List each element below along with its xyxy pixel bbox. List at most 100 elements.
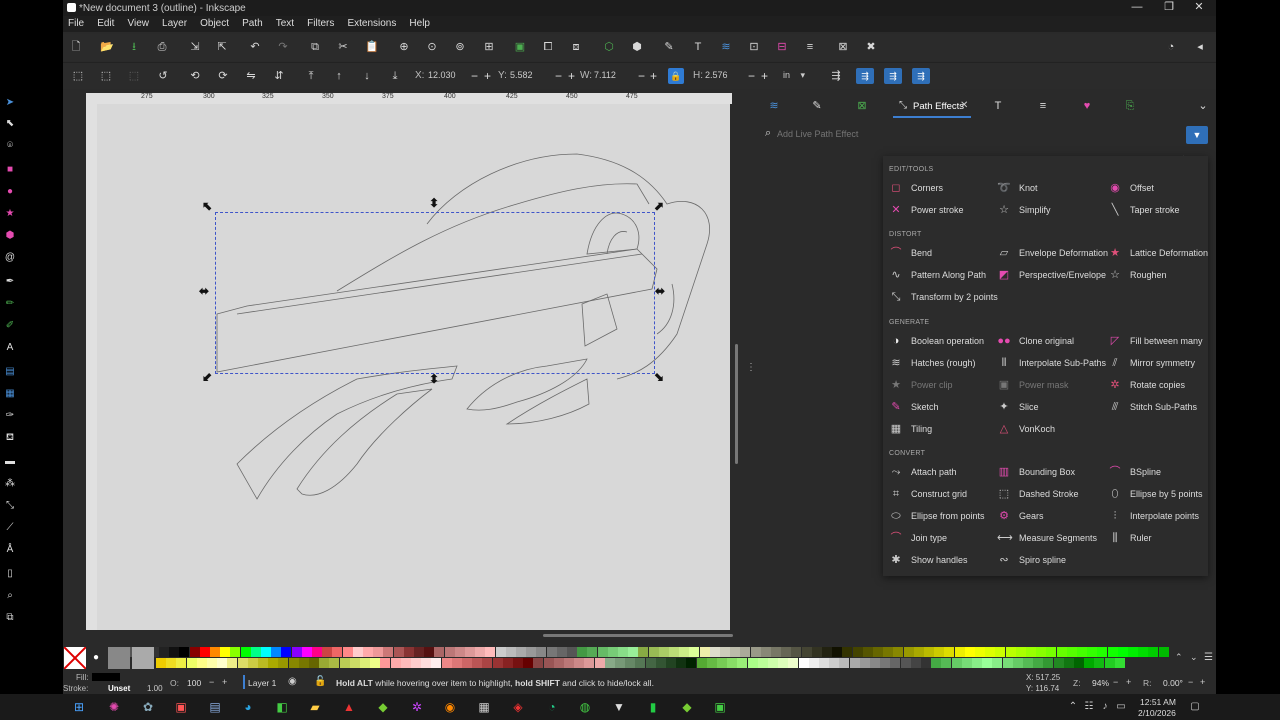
color-swatch[interactable] — [166, 658, 177, 668]
flip-vertical-icon[interactable]: ⇵ — [273, 70, 285, 82]
color-swatch[interactable] — [951, 658, 962, 668]
zoom-increment[interactable]: + — [1126, 677, 1131, 687]
app-icon-2[interactable]: ▣ — [174, 700, 188, 714]
color-swatch[interactable] — [176, 658, 187, 668]
color-swatch[interactable] — [839, 658, 850, 668]
color-swatch[interactable] — [465, 647, 475, 657]
color-swatch[interactable] — [553, 658, 564, 668]
color-swatch[interactable] — [370, 658, 381, 668]
color-swatch[interactable] — [1033, 658, 1044, 668]
horizontal-scroll-thumb[interactable] — [543, 634, 733, 637]
color-swatch[interactable] — [505, 647, 516, 657]
effect-simplify[interactable]: ☆ Simplify — [997, 203, 1102, 219]
color-swatch[interactable] — [870, 658, 880, 668]
color-swatch[interactable] — [862, 647, 873, 657]
color-swatch[interactable] — [597, 647, 608, 657]
measure-tool-icon[interactable]: ⟋ — [4, 522, 16, 534]
color-swatch[interactable] — [1063, 658, 1074, 668]
effect-power-stroke[interactable]: ✕ Power stroke — [889, 203, 994, 219]
color-swatch[interactable] — [1077, 647, 1087, 657]
redo-icon[interactable]: ↷ — [277, 41, 289, 53]
connector-tool-icon[interactable]: ⤡ — [4, 500, 16, 512]
color-swatch[interactable] — [1036, 647, 1047, 657]
effect-bend[interactable]: ⌒ Bend — [889, 246, 994, 262]
raise-top-icon[interactable]: ⤒ — [305, 70, 317, 82]
color-swatch[interactable] — [944, 647, 955, 657]
h-decrement[interactable]: − — [748, 69, 755, 83]
color-swatch[interactable] — [1117, 647, 1128, 657]
color-swatch[interactable] — [329, 658, 340, 668]
effect-interpolate-sub-paths[interactable]: ⦀ Interpolate Sub-Paths — [997, 356, 1106, 372]
color-swatch[interactable] — [819, 658, 829, 668]
layers-tab-icon[interactable]: ≋ — [767, 99, 781, 113]
color-swatch[interactable] — [1056, 647, 1067, 657]
mesh-tool-icon[interactable]: ▦ — [4, 388, 16, 400]
deselect-icon[interactable]: ⬚ — [128, 70, 140, 82]
pencil-tool-icon[interactable]: ✏ — [4, 298, 16, 310]
opacity-decrement[interactable]: − — [209, 677, 214, 687]
color-swatch[interactable] — [798, 658, 809, 668]
color-swatch[interactable] — [750, 647, 761, 657]
color-swatch[interactable] — [1087, 647, 1098, 657]
color-swatch[interactable] — [278, 658, 289, 668]
zoom-page-icon[interactable]: ⊚ — [454, 41, 466, 53]
restore-button[interactable]: ❐ — [1153, 0, 1185, 16]
effect-offset[interactable]: ◉ Offset — [1108, 181, 1213, 197]
paste-icon[interactable]: 📋 — [365, 41, 379, 53]
menu-file[interactable]: File — [63, 16, 89, 29]
color-swatch[interactable] — [240, 647, 251, 657]
battery-icon[interactable]: ▭ — [1114, 700, 1128, 714]
lpe-dropdown-button[interactable]: ▼ — [1186, 126, 1208, 144]
firefox-icon[interactable]: ◉ — [443, 700, 457, 714]
calculator-icon[interactable]: ▦ — [477, 700, 491, 714]
lpe-search-input[interactable] — [777, 126, 1177, 142]
chrome-icon[interactable]: ◍ — [578, 700, 592, 714]
start-icon[interactable]: ⊞ — [72, 700, 86, 714]
color-swatch[interactable] — [768, 658, 778, 668]
commands-icon[interactable]: ◔ — [1165, 41, 1177, 53]
inkscape-taskbar-icon[interactable]: ▼ — [612, 700, 626, 714]
color-swatch[interactable] — [312, 647, 322, 657]
xml-editor-icon[interactable]: ⊡ — [748, 41, 760, 53]
color-swatch[interactable] — [941, 658, 952, 668]
color-swatch[interactable] — [1128, 647, 1138, 657]
app-icon-5[interactable]: ▲ — [342, 700, 356, 714]
star-tool-icon[interactable]: ★ — [4, 208, 16, 220]
color-swatch[interactable] — [760, 647, 771, 657]
color-swatch[interactable] — [1012, 658, 1023, 668]
layer-name[interactable]: Layer 1 — [248, 678, 276, 688]
color-swatch[interactable] — [411, 658, 421, 668]
scale-handle-left[interactable]: ⬌ — [199, 284, 209, 298]
menu-object[interactable]: Object — [195, 16, 234, 29]
lower-bottom-icon[interactable]: ⤓ — [389, 70, 401, 82]
color-swatch[interactable] — [985, 647, 996, 657]
color-swatch[interactable] — [186, 658, 197, 668]
app-icon-9[interactable]: ◔ — [545, 700, 559, 714]
color-swatch[interactable] — [332, 647, 343, 657]
zoom-selection-icon[interactable]: ⊕ — [398, 41, 410, 53]
color-swatch[interactable] — [454, 647, 465, 657]
scale-handle-bl[interactable]: ⬋ — [202, 370, 212, 384]
color-swatch[interactable] — [648, 647, 659, 657]
app-icon-11[interactable]: ◆ — [680, 700, 694, 714]
effect-clone-original[interactable]: ●● Clone original — [997, 334, 1102, 350]
color-swatch[interactable] — [247, 658, 258, 668]
cut-icon[interactable]: ✂ — [337, 41, 349, 53]
rotate-90-ccw-icon[interactable]: ⟲ — [189, 70, 201, 82]
menu-layer[interactable]: Layer — [157, 16, 192, 29]
file-explorer-icon[interactable]: ▰ — [308, 700, 322, 714]
effect-lattice-deformation[interactable]: ★ Lattice Deformation — [1108, 246, 1213, 262]
color-swatch[interactable] — [261, 647, 271, 657]
visibility-eye-icon[interactable]: ◉ — [288, 676, 297, 687]
color-swatch[interactable] — [237, 658, 248, 668]
effect-vonkoch[interactable]: △ VonKoch — [997, 422, 1102, 438]
color-swatch[interactable] — [1097, 647, 1108, 657]
palette-menu-icon[interactable]: ☰ — [1204, 652, 1213, 663]
color-swatch[interactable] — [873, 647, 883, 657]
color-swatch[interactable] — [360, 658, 370, 668]
effect-spiro-spline[interactable]: ∾ Spiro spline — [997, 553, 1102, 569]
color-swatch[interactable] — [924, 647, 934, 657]
duplicate-icon[interactable]: ▣ — [514, 41, 526, 53]
scale-corners-toggle[interactable]: ⇶ — [884, 68, 902, 84]
stroke-width[interactable]: 1.00 — [147, 684, 163, 693]
